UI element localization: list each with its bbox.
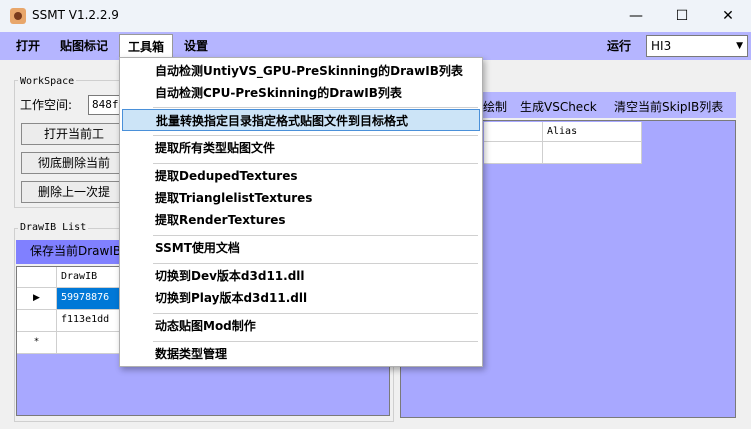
alias-column-header[interactable]: Alias — [543, 122, 642, 142]
menu-separator — [153, 263, 478, 264]
toolbox-dropdown-menu: 自动检测UntiyVS_GPU-PreSkinning的DrawIB列表 自动检… — [119, 57, 483, 367]
menu-separator — [153, 163, 478, 164]
row-header[interactable] — [17, 310, 57, 332]
menu-item-extract-trianglelist-textures[interactable]: 提取TrianglelistTextures — [122, 187, 480, 209]
draw-button[interactable]: 绘制 — [483, 96, 507, 118]
run-target-select[interactable]: HI3 ▼ — [646, 35, 748, 57]
minimize-button[interactable]: — — [613, 0, 659, 32]
menu-open[interactable]: 打开 — [8, 32, 48, 60]
drawib-cell[interactable]: 59978876 — [57, 288, 121, 310]
menu-item-extract-all-textures[interactable]: 提取所有类型贴图文件 — [122, 137, 480, 159]
drawib-cell[interactable]: f113e1dd — [57, 310, 121, 332]
delete-last-extract-button[interactable]: 删除上一次提 — [21, 181, 127, 203]
menu-item-extract-deduped-textures[interactable]: 提取DedupedTextures — [122, 165, 480, 187]
window-title: SSMT V1.2.2.9 — [32, 8, 119, 22]
menu-item-ssmt-docs[interactable]: SSMT使用文档 — [122, 237, 480, 259]
run-label: 运行 — [607, 39, 632, 53]
grid-corner — [17, 267, 57, 288]
menu-separator — [153, 107, 478, 108]
workspace-group-title: WorkSpace — [18, 76, 77, 87]
drawib-list-title: DrawIB List — [18, 222, 89, 233]
menu-item-batch-convert-textures[interactable]: 批量转换指定目录指定格式贴图文件到目标格式 — [122, 109, 480, 131]
menu-separator — [153, 341, 478, 342]
row-selector-icon[interactable]: ▶ — [17, 288, 57, 310]
open-workspace-button[interactable]: 打开当前工 — [21, 123, 127, 145]
menu-item-switch-dev-dll[interactable]: 切换到Dev版本d3d11.dll — [122, 265, 480, 287]
alias-new-cell[interactable] — [543, 142, 642, 164]
clear-skipib-button[interactable]: 清空当前SkipIB列表 — [614, 96, 723, 118]
skipib-column-header[interactable] — [484, 122, 543, 142]
workspace-label: 工作空间: — [20, 98, 73, 112]
menu-item-data-type-management[interactable]: 数据类型管理 — [122, 343, 480, 365]
menu-item-dynamic-texture-mod[interactable]: 动态贴图Mod制作 — [122, 315, 480, 337]
menu-separator — [153, 313, 478, 314]
close-button[interactable]: ✕ — [705, 0, 751, 32]
save-drawib-button[interactable]: 保存当前DrawIB — [16, 240, 121, 264]
drawib-column-header[interactable]: DrawIB — [57, 267, 121, 288]
delete-workspace-button[interactable]: 彻底删除当前 — [21, 152, 127, 174]
menu-separator — [153, 235, 478, 236]
generate-vscheck-button[interactable]: 生成VSCheck — [520, 96, 597, 118]
menu-item-extract-render-textures[interactable]: 提取RenderTextures — [122, 209, 480, 231]
app-logo-icon — [10, 8, 26, 24]
drawib-new-cell[interactable] — [57, 332, 121, 354]
skipib-new-cell[interactable] — [484, 142, 543, 164]
menu-item-detect-gpu-preskinning[interactable]: 自动检测UntiyVS_GPU-PreSkinning的DrawIB列表 — [122, 60, 480, 82]
new-row-marker[interactable]: * — [17, 332, 57, 354]
menu-item-switch-play-dll[interactable]: 切换到Play版本d3d11.dll — [122, 287, 480, 309]
menu-item-detect-cpu-preskinning[interactable]: 自动检测CPU-PreSkinning的DrawIB列表 — [122, 82, 480, 104]
maximize-button[interactable]: ☐ — [659, 0, 705, 32]
menu-texture-mark[interactable]: 贴图标记 — [52, 32, 116, 60]
chevron-down-icon: ▼ — [736, 41, 743, 51]
menu-separator — [153, 135, 478, 136]
run-target-value: HI3 — [651, 39, 672, 53]
menu-settings[interactable]: 设置 — [176, 32, 216, 60]
